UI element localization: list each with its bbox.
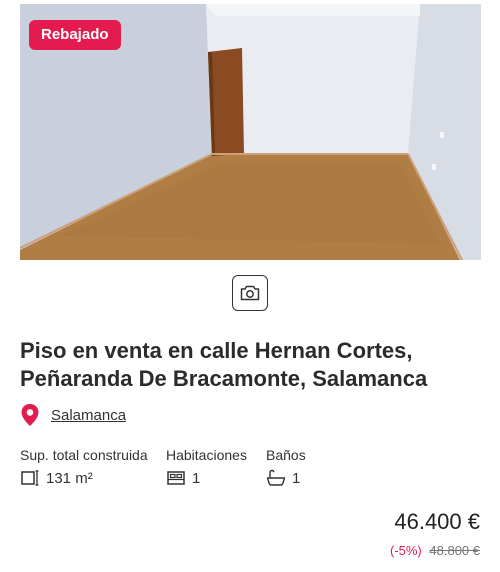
feature-rooms-value: 1 xyxy=(192,469,201,487)
property-card[interactable]: Rebajado Piso en venta en calle Hernan C… xyxy=(0,0,500,572)
feature-area-value: 131 m² xyxy=(46,469,93,487)
listing-title[interactable]: Piso en venta en calle Hernan Cortes, Pe… xyxy=(20,337,480,393)
feature-baths-value: 1 xyxy=(292,469,301,487)
price: 46.400 € xyxy=(394,509,480,534)
location-pin-icon xyxy=(21,404,39,426)
feature-rooms: Habitaciones 1 xyxy=(166,447,247,487)
location: Salamanca xyxy=(20,403,126,427)
bathtub-icon xyxy=(266,469,286,486)
feature-area-label: Sup. total construida xyxy=(20,447,148,463)
photos-button[interactable] xyxy=(232,275,268,311)
feature-rooms-label: Habitaciones xyxy=(166,447,247,463)
area-icon xyxy=(21,470,39,486)
features: Sup. total construida 131 m² Habitacione… xyxy=(20,447,500,497)
old-price: 48.800 € xyxy=(429,543,480,558)
camera-icon xyxy=(240,285,260,301)
bed-icon xyxy=(167,471,185,485)
feature-baths-label: Baños xyxy=(266,447,306,463)
discount-badge: Rebajado xyxy=(29,20,121,50)
feature-baths: Baños 1 xyxy=(266,447,306,487)
feature-area: Sup. total construida 131 m² xyxy=(20,447,148,487)
discount-percent: (-5%) xyxy=(389,543,422,558)
location-link[interactable]: Salamanca xyxy=(51,407,126,424)
previous-price: (-5%) 48.800 € xyxy=(390,543,480,558)
